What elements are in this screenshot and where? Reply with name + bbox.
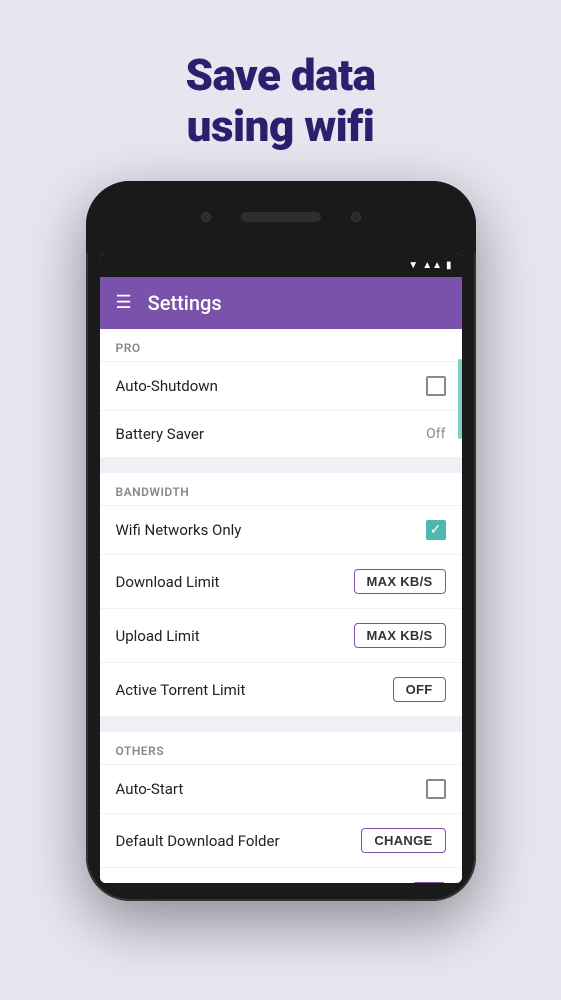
incoming-port-row[interactable]: Incoming Port 0 <box>100 867 462 883</box>
hero-text: Save data using wifi <box>185 50 375 151</box>
bandwidth-section: BANDWIDTH Wifi Networks Only ✓ Download … <box>100 473 462 716</box>
auto-start-label: Auto-Start <box>116 780 184 798</box>
auto-start-row[interactable]: Auto-Start <box>100 764 462 813</box>
download-limit-row[interactable]: Download Limit MAX KB/S <box>100 554 462 608</box>
battery-saver-label: Battery Saver <box>116 425 204 443</box>
download-limit-label: Download Limit <box>116 573 220 591</box>
settings-content: PRO Auto-Shutdown Battery Saver Off BAND… <box>100 329 462 883</box>
bandwidth-section-header: BANDWIDTH <box>100 473 462 505</box>
upload-limit-row[interactable]: Upload Limit MAX KB/S <box>100 608 462 662</box>
hero-line2: using wifi <box>185 101 375 152</box>
incoming-port-button[interactable]: 0 <box>412 882 446 883</box>
upload-limit-label: Upload Limit <box>116 627 200 645</box>
battery-saver-row[interactable]: Battery Saver Off <box>100 410 462 457</box>
phone-top-bar <box>86 181 476 253</box>
wifi-networks-row[interactable]: Wifi Networks Only ✓ <box>100 505 462 554</box>
wifi-signal-icon: ▼ <box>408 260 418 271</box>
battery-saver-value: Off <box>426 426 445 442</box>
torrent-limit-button[interactable]: OFF <box>393 677 446 702</box>
separator-1 <box>100 465 462 473</box>
scroll-indicator <box>458 359 462 439</box>
download-folder-label: Default Download Folder <box>116 832 280 850</box>
signal-bars-icon: ▲▲ <box>422 260 442 271</box>
auto-start-checkbox[interactable] <box>426 779 446 799</box>
settings-scroll[interactable]: PRO Auto-Shutdown Battery Saver Off BAND… <box>100 329 462 883</box>
download-limit-button[interactable]: MAX KB/S <box>354 569 446 594</box>
auto-shutdown-checkbox[interactable] <box>426 376 446 396</box>
pro-section-header: PRO <box>100 329 462 361</box>
app-bar: ☰ Settings <box>100 277 462 329</box>
auto-shutdown-label: Auto-Shutdown <box>116 377 218 395</box>
battery-icon: ▮ <box>446 260 452 271</box>
speaker-grille <box>241 212 321 222</box>
torrent-limit-row[interactable]: Active Torrent Limit OFF <box>100 662 462 716</box>
separator-2 <box>100 724 462 732</box>
hero-line1: Save data <box>185 50 375 101</box>
download-folder-row[interactable]: Default Download Folder CHANGE <box>100 813 462 867</box>
phone-wrapper: ▼ ▲▲ ▮ ☰ Settings PRO Auto-Shutdown <box>86 181 476 901</box>
phone-screen: ▼ ▲▲ ▮ ☰ Settings PRO Auto-Shutdown <box>100 253 462 883</box>
download-folder-button[interactable]: CHANGE <box>361 828 445 853</box>
hamburger-icon[interactable]: ☰ <box>116 294 132 312</box>
torrent-limit-label: Active Torrent Limit <box>116 681 246 699</box>
others-section: OTHERS Auto-Start Default Download Folde… <box>100 732 462 883</box>
camera-dot-right <box>351 212 361 222</box>
wifi-networks-checkbox[interactable]: ✓ <box>426 520 446 540</box>
status-bar: ▼ ▲▲ ▮ <box>100 253 462 277</box>
camera-dot-left <box>201 212 211 222</box>
upload-limit-button[interactable]: MAX KB/S <box>354 623 446 648</box>
auto-shutdown-row[interactable]: Auto-Shutdown <box>100 361 462 410</box>
wifi-networks-label: Wifi Networks Only <box>116 521 242 539</box>
app-bar-title: Settings <box>148 291 222 315</box>
pro-section: PRO Auto-Shutdown Battery Saver Off <box>100 329 462 457</box>
others-section-header: OTHERS <box>100 732 462 764</box>
